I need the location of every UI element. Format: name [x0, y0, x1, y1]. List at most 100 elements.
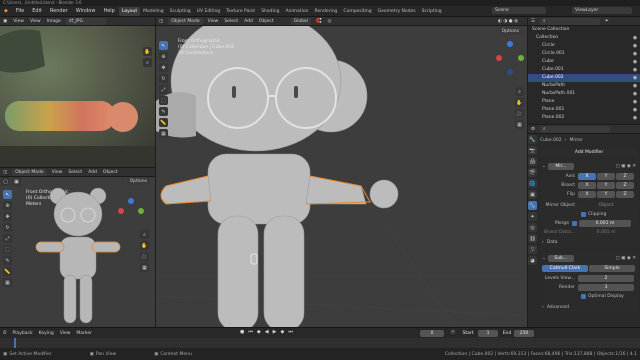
outliner-collection[interactable]: Collection ◉	[528, 34, 640, 42]
properties-search[interactable]: ⌕	[540, 125, 611, 133]
workspace-tab-layout[interactable]: Layout	[118, 6, 141, 16]
menu-help[interactable]: Help	[99, 8, 118, 14]
workspace-tab-sculpting[interactable]: Sculpting	[167, 7, 194, 16]
eye-icon[interactable]: ◉	[632, 99, 638, 105]
bisect-y-toggle[interactable]: Y	[597, 181, 615, 189]
editor-type-icon[interactable]: ⚙	[528, 127, 538, 132]
mirror-object-field[interactable]: Object	[578, 201, 634, 209]
transform-icon[interactable]: ⬚	[3, 245, 12, 254]
menu-select[interactable]: Select	[221, 19, 241, 24]
grid-icon[interactable]: ▦	[515, 120, 524, 129]
options-button[interactable]: Options	[126, 178, 150, 185]
timeline-menu-keying[interactable]: Keying	[36, 331, 57, 336]
axis-y-toggle[interactable]: Y	[597, 172, 615, 180]
workspace-tab-animation[interactable]: Animation	[282, 7, 311, 16]
timeline-menu-view[interactable]: View	[57, 331, 74, 336]
menu-add[interactable]: Add	[85, 170, 100, 175]
outliner-search[interactable]: ⌕	[540, 17, 601, 25]
small-3d-viewport[interactable]: ◫ Object Mode View Select Add Object ▢ ▣…	[0, 167, 155, 327]
editor-type-icon[interactable]: ⏱	[0, 330, 10, 336]
timeline-menu-playback[interactable]: Playback	[10, 331, 36, 336]
gizmo-x-axis[interactable]	[496, 55, 502, 61]
bisect-distance-field[interactable]: 0.001 m	[578, 228, 634, 236]
hand-icon[interactable]: ✋	[140, 241, 149, 250]
menu-view[interactable]: View	[49, 170, 66, 175]
scale-icon[interactable]: ⤢	[3, 234, 12, 243]
material-tab-icon[interactable]: ◕	[528, 256, 537, 265]
outliner-item[interactable]: NurbsPath ◉	[528, 82, 640, 90]
current-frame-field[interactable]: 0	[420, 330, 444, 337]
mode-selector[interactable]: Object Mode	[12, 168, 47, 176]
measure-icon[interactable]: 📏	[159, 118, 168, 127]
mode-selector[interactable]: Object Mode	[168, 17, 203, 25]
catmull-clark-tab[interactable]: Catmull-Clark	[542, 264, 588, 272]
measure-icon[interactable]: 📏	[3, 267, 12, 276]
filter-icon[interactable]: ⏷	[602, 18, 612, 24]
scene-selector[interactable]: Scene	[492, 7, 546, 14]
menu-render[interactable]: Render	[46, 8, 72, 14]
add-cube-icon[interactable]: ▦	[159, 129, 168, 138]
menu-object[interactable]: Object	[256, 19, 277, 24]
bisect-z-toggle[interactable]: Z	[616, 181, 634, 189]
transform-icon[interactable]: ⬚	[159, 96, 168, 105]
editor-type-icon[interactable]: ▣	[0, 19, 10, 24]
end-frame-field[interactable]: 250	[514, 330, 534, 337]
menu-edit[interactable]: Edit	[28, 8, 46, 14]
image-menu-image[interactable]: Image	[44, 19, 64, 24]
outliner-item[interactable]: Circle ◉	[528, 42, 640, 50]
clock-icon[interactable]: ◷	[448, 330, 458, 335]
eye-icon[interactable]: ◉	[632, 51, 638, 57]
merge-distance-field[interactable]: 0.001 m	[579, 219, 631, 227]
merge-checkbox[interactable]	[572, 220, 577, 226]
image-menu-view-2[interactable]: View	[27, 19, 44, 24]
zoom-icon[interactable]: ⌕	[515, 87, 524, 96]
workspace-tab-uv-editing[interactable]: UV Editing	[194, 7, 223, 16]
collapse-chevron-icon[interactable]: ›	[542, 305, 544, 310]
collapse-chevron-icon[interactable]: ⌄	[542, 164, 546, 169]
data-subpanel[interactable]: Data	[547, 240, 558, 245]
particles-tab-icon[interactable]: ✦	[528, 212, 537, 221]
main-3d-viewport[interactable]: ◫ Object Mode View Select Add Object Glo…	[156, 17, 527, 327]
blender-logo-icon[interactable]: ◆	[0, 8, 12, 14]
shading-icons[interactable]: ◐ ◑ ● ◍	[495, 19, 521, 24]
rotate-icon[interactable]: ↻	[159, 74, 168, 83]
play-icon[interactable]: ▶	[271, 329, 279, 335]
optimal-display-checkbox[interactable]	[581, 293, 586, 299]
render-levels-field[interactable]: 3	[578, 283, 634, 291]
flip-y-toggle[interactable]: Y	[597, 190, 615, 198]
zoom-icon[interactable]: ⌕	[143, 58, 152, 67]
world-tab-icon[interactable]: 🌐	[528, 179, 537, 188]
record-icon[interactable]: ●	[238, 329, 246, 335]
outliner-item-selected[interactable]: Cube.002 ◉	[528, 74, 640, 82]
editor-type-icon[interactable]: ◫	[0, 170, 10, 175]
outliner-item[interactable]: Plane.002 ◉	[528, 114, 640, 122]
modifier-tab-icon[interactable]: 🔧	[528, 201, 537, 210]
eye-icon[interactable]: ◉	[632, 75, 638, 81]
eye-icon[interactable]: ◉	[632, 91, 638, 97]
clipping-checkbox[interactable]	[581, 211, 586, 217]
transform-orientation[interactable]: Global	[290, 17, 311, 25]
select-box-icon[interactable]: ▢	[1, 177, 10, 186]
bisect-x-toggle[interactable]: X	[578, 181, 596, 189]
workspace-tab-scripting[interactable]: Scripting	[419, 7, 445, 16]
gizmo-x-axis[interactable]	[118, 208, 124, 214]
eye-icon[interactable]: ◉	[632, 67, 638, 73]
menu-add[interactable]: Add	[241, 19, 256, 24]
menu-object[interactable]: Object	[100, 170, 121, 175]
output-tab-icon[interactable]: 🖨	[528, 157, 537, 166]
cursor-icon[interactable]: ⊕	[159, 52, 168, 61]
render-tab-icon[interactable]: 📷	[528, 146, 537, 155]
menu-file[interactable]: File	[12, 8, 28, 14]
menu-view[interactable]: View	[205, 19, 222, 24]
constraints-tab-icon[interactable]: ⛓	[528, 234, 537, 243]
cursor-select-icon[interactable]: ↖	[3, 190, 12, 199]
add-modifier-button[interactable]: Add Modifier	[540, 149, 638, 156]
axis-z-toggle[interactable]: Z	[616, 172, 634, 180]
snap-icon[interactable]: 🧲	[313, 19, 325, 24]
cursor-icon[interactable]: ⊕	[3, 201, 12, 210]
object-tab-icon[interactable]: ▣	[528, 190, 537, 199]
select-mode-icon[interactable]: ▣	[12, 177, 21, 186]
outliner-item[interactable]: Cube ◉	[528, 58, 640, 66]
flip-z-toggle[interactable]: Z	[616, 190, 634, 198]
eye-icon[interactable]: ◉	[632, 107, 638, 113]
